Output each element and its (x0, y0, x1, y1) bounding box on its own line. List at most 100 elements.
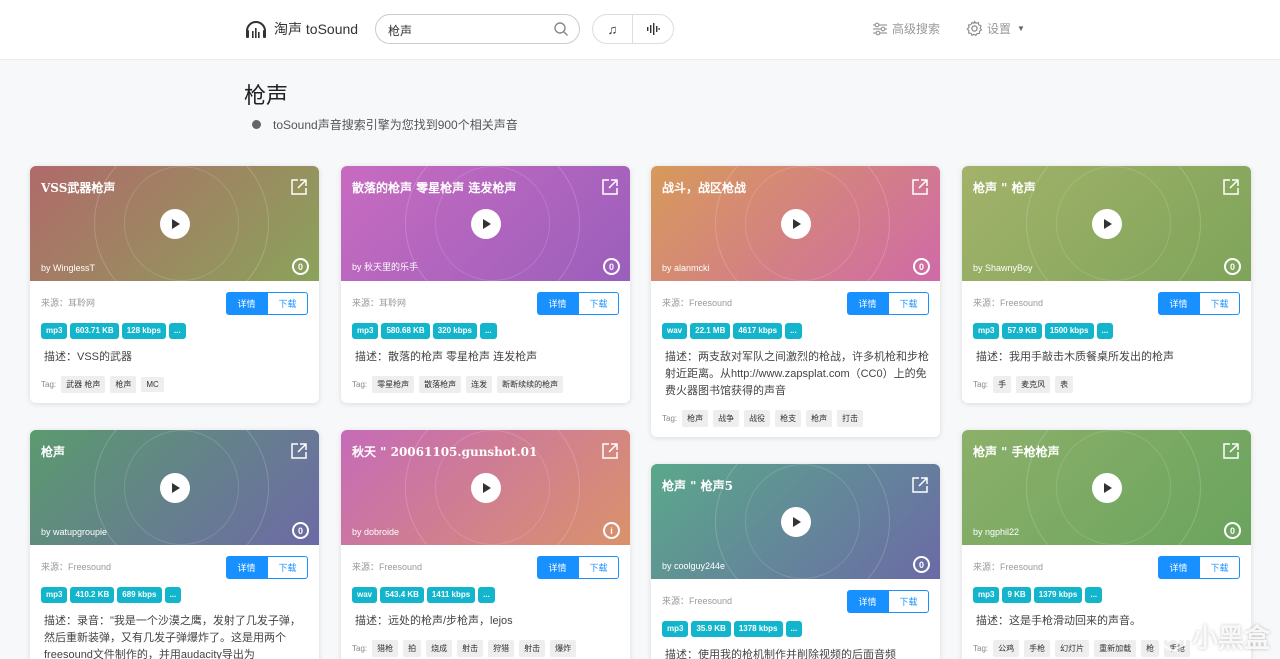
tag-chip[interactable]: 幻灯片 (1055, 640, 1090, 657)
download-button[interactable]: 下载 (578, 292, 619, 315)
card-title[interactable]: 战斗，战区枪战 (662, 179, 746, 196)
more-badge[interactable]: ... (479, 323, 497, 339)
tag-chip[interactable]: 重新加载 (1094, 640, 1137, 657)
card-cover[interactable]: 秋天 " 20061105.gunshot.01 by dobroide i (341, 430, 630, 545)
play-button[interactable] (1092, 209, 1122, 239)
detail-button[interactable]: 详情 (537, 556, 578, 579)
download-button[interactable]: 下载 (1199, 556, 1240, 579)
settings-dropdown[interactable]: 设置 ▼ (966, 20, 1025, 37)
download-button[interactable]: 下载 (1199, 292, 1240, 315)
tag-chip[interactable]: 枪声 (110, 376, 137, 393)
music-mode-button[interactable]: ♫ (593, 15, 634, 43)
download-button[interactable]: 下载 (267, 556, 308, 579)
play-button[interactable] (781, 209, 811, 239)
card-cover[interactable]: 散落的枪声 零星枪声 连发枪声 by 秋天里的乐手 0 (341, 166, 630, 281)
tag-chip[interactable]: 公鸡 (993, 640, 1020, 657)
license-icon[interactable]: 0 (913, 258, 930, 275)
tag-chip[interactable]: 猎枪 (372, 640, 399, 657)
card-cover[interactable]: 枪声 " 手枪枪声 by ngphil22 0 (962, 430, 1251, 545)
tag-chip[interactable]: 枪声 (806, 410, 833, 427)
license-icon[interactable]: 0 (603, 258, 620, 275)
tag-chip[interactable]: 手枪 (1024, 640, 1051, 657)
play-button[interactable] (471, 473, 501, 503)
card-cover[interactable]: 枪声 " 枪声5 by coolguy244e 0 (651, 464, 940, 579)
tag-chip[interactable]: 零星枪声 (372, 376, 415, 393)
external-link-icon[interactable] (910, 475, 930, 495)
tag-chip[interactable]: 麦克风 (1016, 376, 1051, 393)
play-button[interactable] (160, 473, 190, 503)
detail-button[interactable]: 详情 (847, 590, 888, 613)
card-title[interactable]: 散落的枪声 零星枪声 连发枪声 (352, 179, 516, 196)
more-badge[interactable]: ... (785, 323, 802, 339)
download-button[interactable]: 下载 (578, 556, 619, 579)
tag-chip[interactable]: 断断续续的枪声 (497, 376, 564, 393)
external-link-icon[interactable] (600, 177, 620, 197)
more-badge[interactable]: ... (164, 587, 182, 603)
tag-chip[interactable]: 手 (993, 376, 1012, 393)
tag-chip[interactable]: 射击 (519, 640, 546, 657)
detail-button[interactable]: 详情 (226, 292, 267, 315)
detail-button[interactable]: 详情 (1158, 556, 1199, 579)
card-cover[interactable]: 枪声 " 枪声 by ShawnyBoy 0 (962, 166, 1251, 281)
external-link-icon[interactable] (1221, 441, 1241, 461)
card-cover[interactable]: 枪声 by watupgroupie 0 (30, 430, 319, 545)
card-cover[interactable]: 战斗，战区枪战 by alanmcki 0 (651, 166, 940, 281)
external-link-icon[interactable] (1221, 177, 1241, 197)
external-link-icon[interactable] (600, 441, 620, 461)
tag-chip[interactable]: 战役 (744, 410, 771, 427)
license-icon[interactable]: 0 (913, 556, 930, 573)
license-icon[interactable]: 0 (1224, 522, 1241, 539)
more-badge[interactable]: ... (168, 323, 186, 339)
download-button[interactable]: 下载 (267, 292, 308, 315)
more-badge[interactable]: ... (478, 587, 495, 603)
card-author: by dobroide (352, 527, 400, 537)
tag-chip[interactable]: 射击 (457, 640, 484, 657)
more-badge[interactable]: ... (1096, 323, 1114, 339)
license-icon[interactable]: i (603, 522, 620, 539)
play-button[interactable] (781, 507, 811, 537)
detail-button[interactable]: 详情 (847, 292, 888, 315)
more-badge[interactable]: ... (785, 621, 803, 637)
card-title[interactable]: 枪声 " 枪声5 (662, 477, 733, 494)
card-cover[interactable]: VSS武器枪声 by WinglessT 0 (30, 166, 319, 281)
tag-chip[interactable]: 散落枪声 (419, 376, 462, 393)
download-button[interactable]: 下载 (888, 590, 929, 613)
advanced-search-link[interactable]: 高级搜索 (872, 20, 940, 37)
play-button[interactable] (1092, 473, 1122, 503)
card-title[interactable]: 枪声 (41, 443, 65, 460)
tag-chip[interactable]: 连发 (466, 376, 493, 393)
tag-chip[interactable]: 战争 (713, 410, 740, 427)
tag-chip[interactable]: 爆炸 (550, 640, 577, 657)
download-button[interactable]: 下载 (888, 292, 929, 315)
license-icon[interactable]: 0 (292, 258, 309, 275)
tag-chip[interactable]: 拍 (403, 640, 422, 657)
detail-button[interactable]: 详情 (226, 556, 267, 579)
tag-chip[interactable]: MC (141, 377, 164, 392)
tag-chip[interactable]: 枪 (1141, 640, 1160, 657)
play-button[interactable] (471, 209, 501, 239)
tag-chip[interactable]: 表 (1055, 376, 1074, 393)
detail-button[interactable]: 详情 (1158, 292, 1199, 315)
tag-chip[interactable]: 狩猎 (488, 640, 515, 657)
more-badge[interactable]: ... (1085, 587, 1103, 603)
external-link-icon[interactable] (289, 441, 309, 461)
site-logo[interactable]: 淘声 toSound (244, 18, 358, 40)
tag-chip[interactable]: 烧成 (426, 640, 453, 657)
license-icon[interactable]: 0 (292, 522, 309, 539)
play-button[interactable] (160, 209, 190, 239)
tag-chip[interactable]: 枪支 (775, 410, 802, 427)
tag-chip[interactable]: 打击 (837, 410, 864, 427)
waveform-mode-button[interactable] (633, 15, 673, 43)
detail-button[interactable]: 详情 (537, 292, 578, 315)
external-link-icon[interactable] (289, 177, 309, 197)
external-link-icon[interactable] (910, 177, 930, 197)
tag-chip[interactable]: 枪声 (682, 410, 709, 427)
card-title[interactable]: 枪声 " 手枪枪声 (973, 443, 1060, 460)
search-input[interactable] (388, 21, 548, 39)
card-title[interactable]: VSS武器枪声 (41, 179, 115, 196)
tag-chip[interactable]: 武器 枪声 (61, 376, 106, 393)
license-icon[interactable]: 0 (1224, 258, 1241, 275)
card-title[interactable]: 秋天 " 20061105.gunshot.01 (352, 443, 537, 460)
search-icon[interactable] (553, 21, 569, 37)
card-title[interactable]: 枪声 " 枪声 (973, 179, 1036, 196)
